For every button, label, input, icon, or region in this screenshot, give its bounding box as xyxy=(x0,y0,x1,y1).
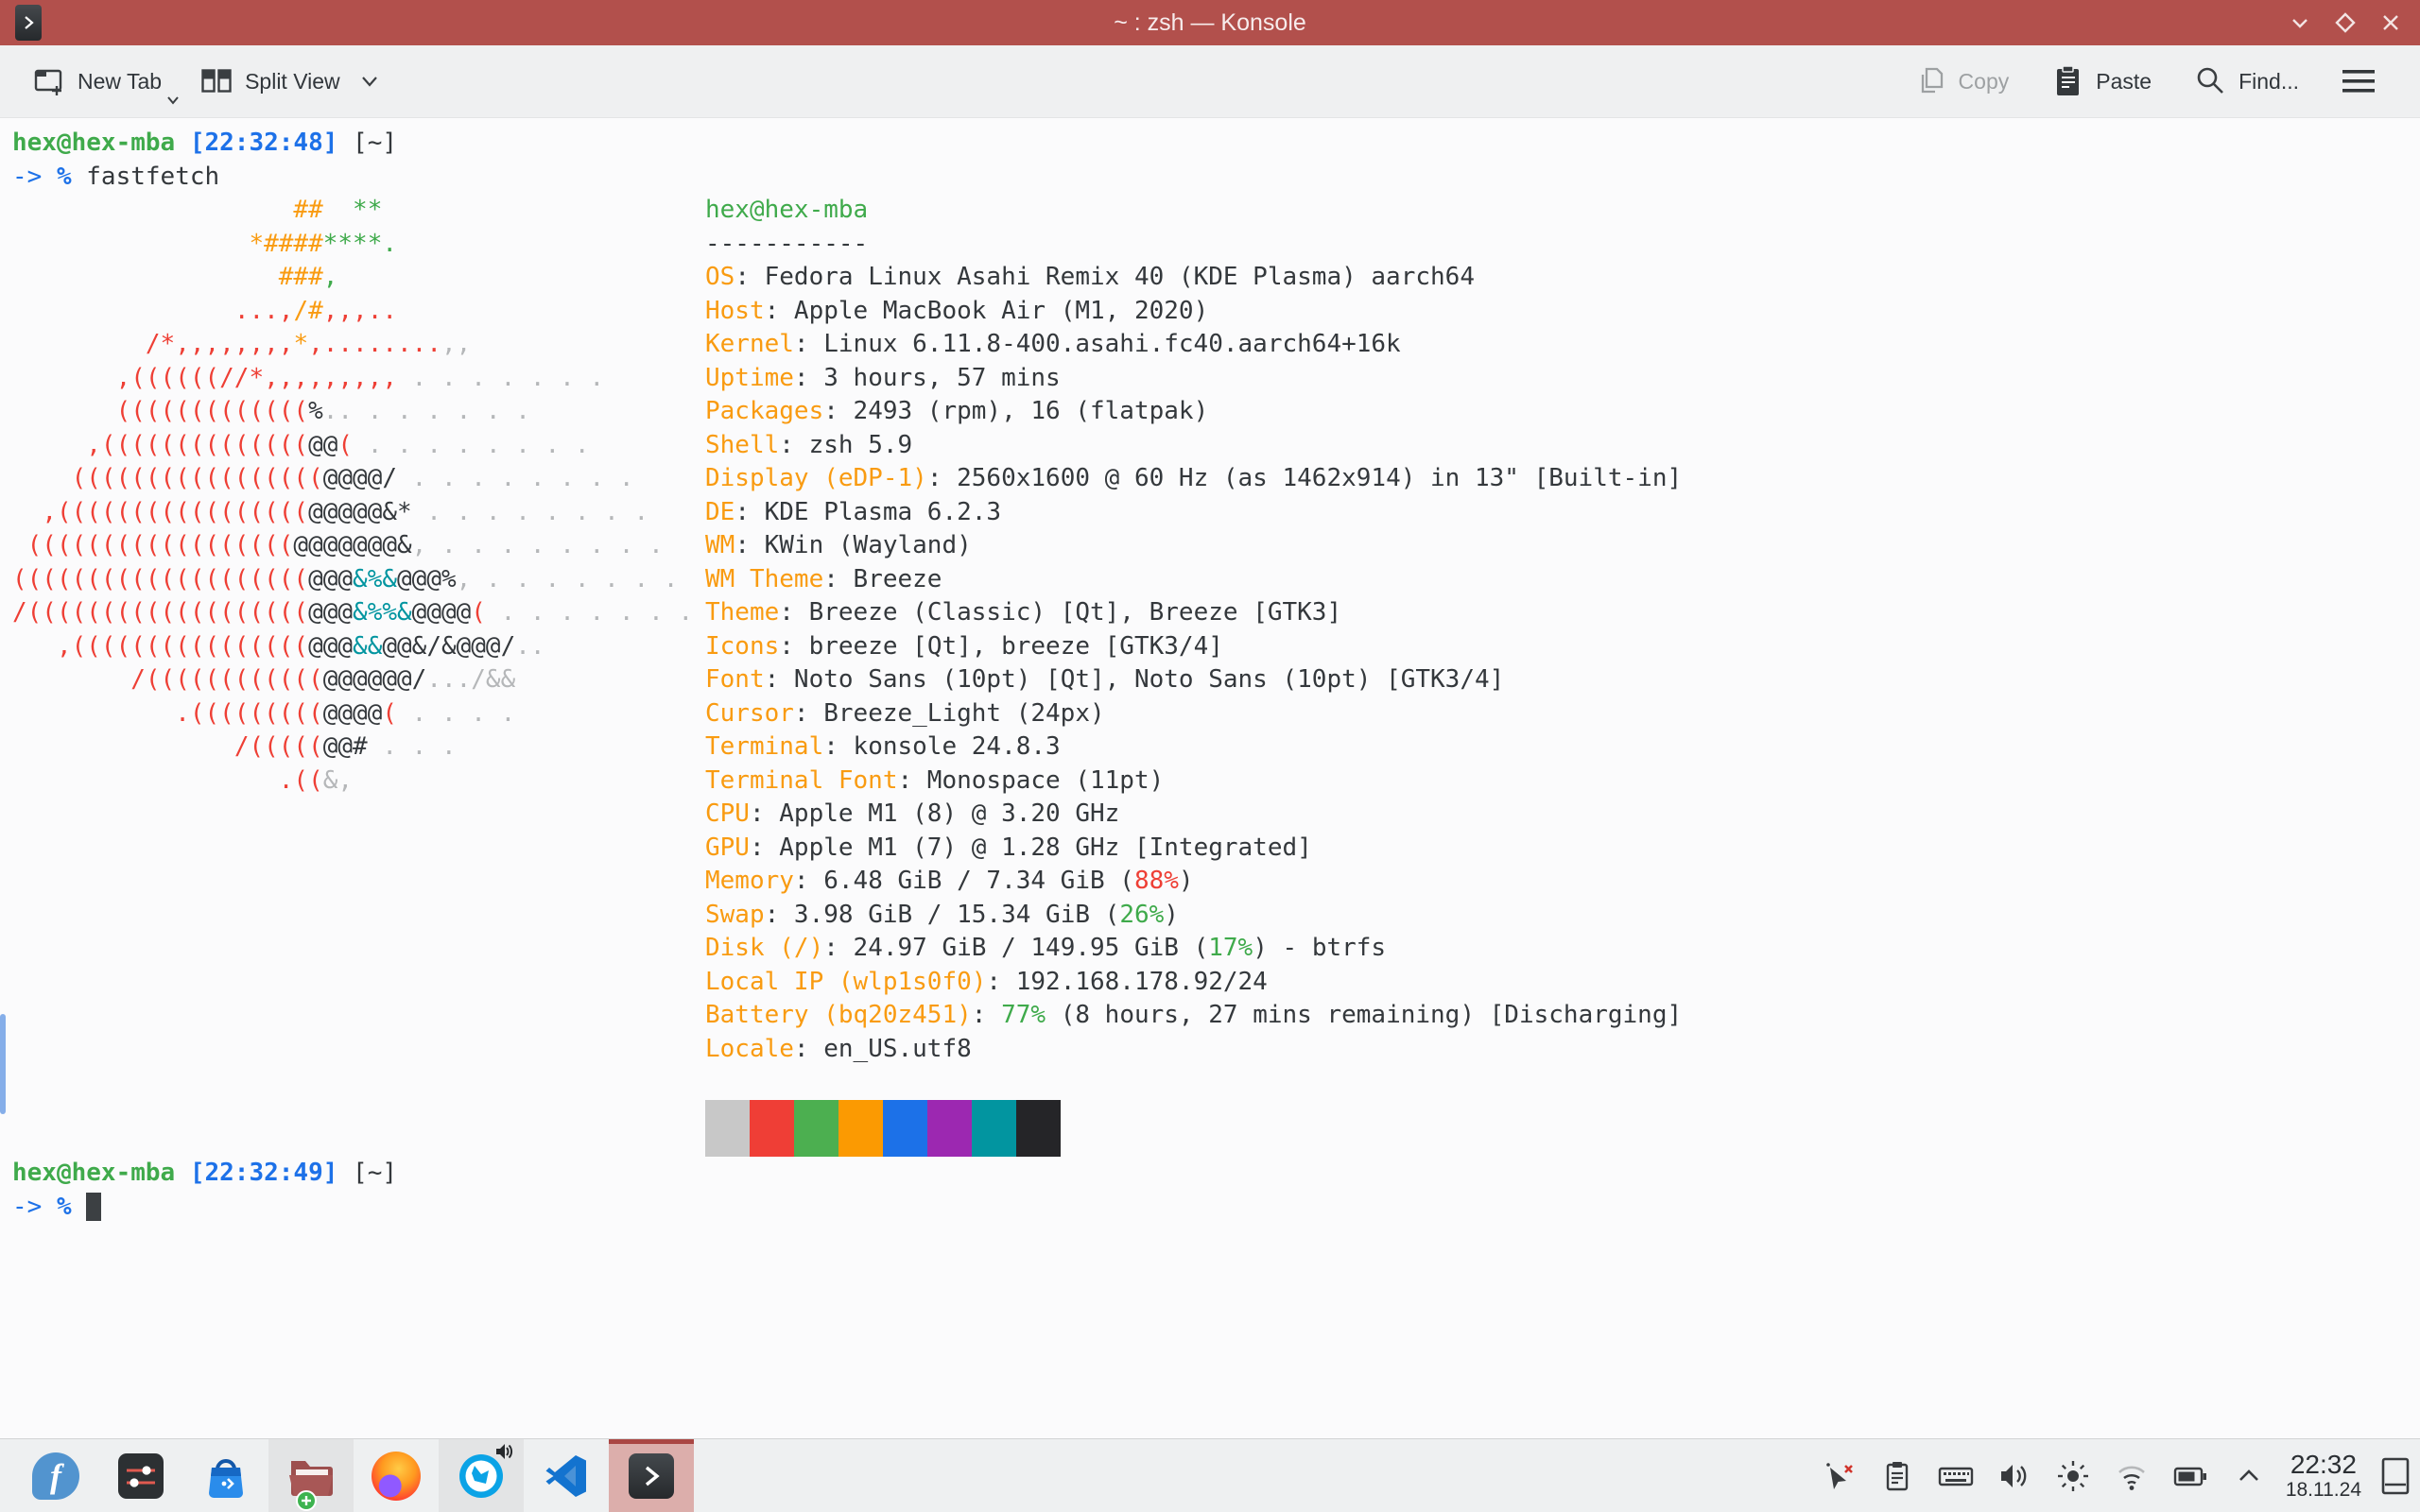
terminal-cursor xyxy=(86,1193,101,1221)
new-tab-label: New Tab xyxy=(78,69,162,94)
task-discover[interactable] xyxy=(183,1439,268,1512)
digital-clock[interactable]: 22:32 18.11.24 xyxy=(2286,1451,2361,1502)
minimize-icon[interactable] xyxy=(2288,10,2312,35)
paste-icon xyxy=(2050,63,2084,99)
vscode-icon xyxy=(542,1452,591,1501)
discover-bag-icon xyxy=(201,1452,251,1501)
toolbar: New Tab Split View Copy xyxy=(0,45,2420,118)
fastfetch-info: hex@hex-mba-----------OS: Fedora Linux A… xyxy=(705,194,1682,1157)
close-icon[interactable] xyxy=(2378,10,2403,35)
copy-button[interactable]: Copy xyxy=(1915,64,2010,98)
palette-swatch xyxy=(972,1100,1016,1157)
split-view-icon xyxy=(199,64,233,98)
peek-desktop-icon xyxy=(2379,1455,2411,1497)
hamburger-menu-icon[interactable] xyxy=(2341,67,2377,95)
firefox-icon xyxy=(372,1452,421,1501)
fastfetch-ascii-logo: ## ** *####****. ###, ...,/#,,,.. /*,,,,… xyxy=(12,194,693,798)
clock-time: 22:32 xyxy=(2286,1451,2361,1479)
clipboard-icon[interactable] xyxy=(1877,1450,1917,1503)
task-dolphin[interactable] xyxy=(268,1439,354,1512)
copy-icon xyxy=(1915,64,1947,98)
task-firefox[interactable] xyxy=(354,1439,439,1512)
prompt-block: hex@hex-mba [22:32:48] [~]-> % fastfetch xyxy=(12,127,2420,194)
task-librewolf[interactable] xyxy=(439,1439,524,1512)
palette-swatch xyxy=(838,1100,883,1157)
task-vscode[interactable] xyxy=(524,1439,609,1512)
expand-tray-icon[interactable] xyxy=(2229,1450,2269,1503)
audio-playing-icon[interactable] xyxy=(493,1441,514,1462)
titlebar: ~ : zsh — Konsole xyxy=(0,0,2420,45)
split-view-label: Split View xyxy=(245,69,340,94)
task-konsole[interactable] xyxy=(609,1439,694,1512)
current-prompt: hex@hex-mba [22:32:49] [~]-> % xyxy=(12,1157,2420,1224)
task-system-settings[interactable] xyxy=(98,1439,183,1512)
konsole-icon xyxy=(629,1453,674,1499)
terminal-area[interactable]: hex@hex-mba [22:32:48] [~]-> % fastfetch… xyxy=(0,118,2420,1438)
find-button[interactable]: Find... xyxy=(2193,64,2299,98)
color-palette xyxy=(705,1100,1682,1157)
palette-swatch xyxy=(883,1100,927,1157)
paste-label: Paste xyxy=(2096,69,2152,94)
search-icon xyxy=(2193,64,2227,98)
window-title: ~ : zsh — Konsole xyxy=(0,0,2420,45)
new-tab-dropdown-icon[interactable] xyxy=(165,94,181,106)
split-view-dropdown-icon[interactable] xyxy=(359,75,380,88)
keyboard-icon[interactable] xyxy=(1936,1450,1976,1503)
scrollbar-thumb[interactable] xyxy=(0,1014,6,1114)
palette-swatch xyxy=(750,1100,794,1157)
maximize-icon[interactable] xyxy=(2333,10,2358,35)
settings-sliders-icon xyxy=(118,1453,164,1499)
clock-date: 18.11.24 xyxy=(2286,1479,2361,1502)
peek-desktop-button[interactable] xyxy=(2375,1450,2416,1503)
wifi-icon[interactable] xyxy=(2112,1450,2152,1503)
battery-icon[interactable] xyxy=(2170,1450,2210,1503)
find-label: Find... xyxy=(2238,69,2299,94)
task-manager: f xyxy=(13,1439,694,1512)
palette-swatch xyxy=(927,1100,972,1157)
fastfetch-output: ## ** *####****. ###, ...,/#,,,.. /*,,,,… xyxy=(12,194,2420,1157)
new-tab-icon xyxy=(32,64,66,98)
pointer-disabled-icon[interactable] xyxy=(1819,1450,1858,1503)
taskbar: f xyxy=(0,1438,2420,1512)
palette-swatch xyxy=(1016,1100,1061,1157)
split-view-button[interactable]: Split View xyxy=(199,64,380,98)
task-fedora-launcher[interactable]: f xyxy=(13,1439,98,1512)
new-tab-button[interactable]: New Tab xyxy=(32,64,162,98)
system-tray xyxy=(1819,1450,2269,1503)
brightness-icon[interactable] xyxy=(2053,1450,2093,1503)
palette-swatch xyxy=(794,1100,838,1157)
palette-swatch xyxy=(705,1100,750,1157)
fedora-icon: f xyxy=(32,1452,79,1500)
paste-button[interactable]: Paste xyxy=(2050,63,2152,99)
volume-icon[interactable] xyxy=(1995,1450,2034,1503)
copy-label: Copy xyxy=(1959,69,2010,94)
new-badge-icon xyxy=(295,1489,318,1512)
